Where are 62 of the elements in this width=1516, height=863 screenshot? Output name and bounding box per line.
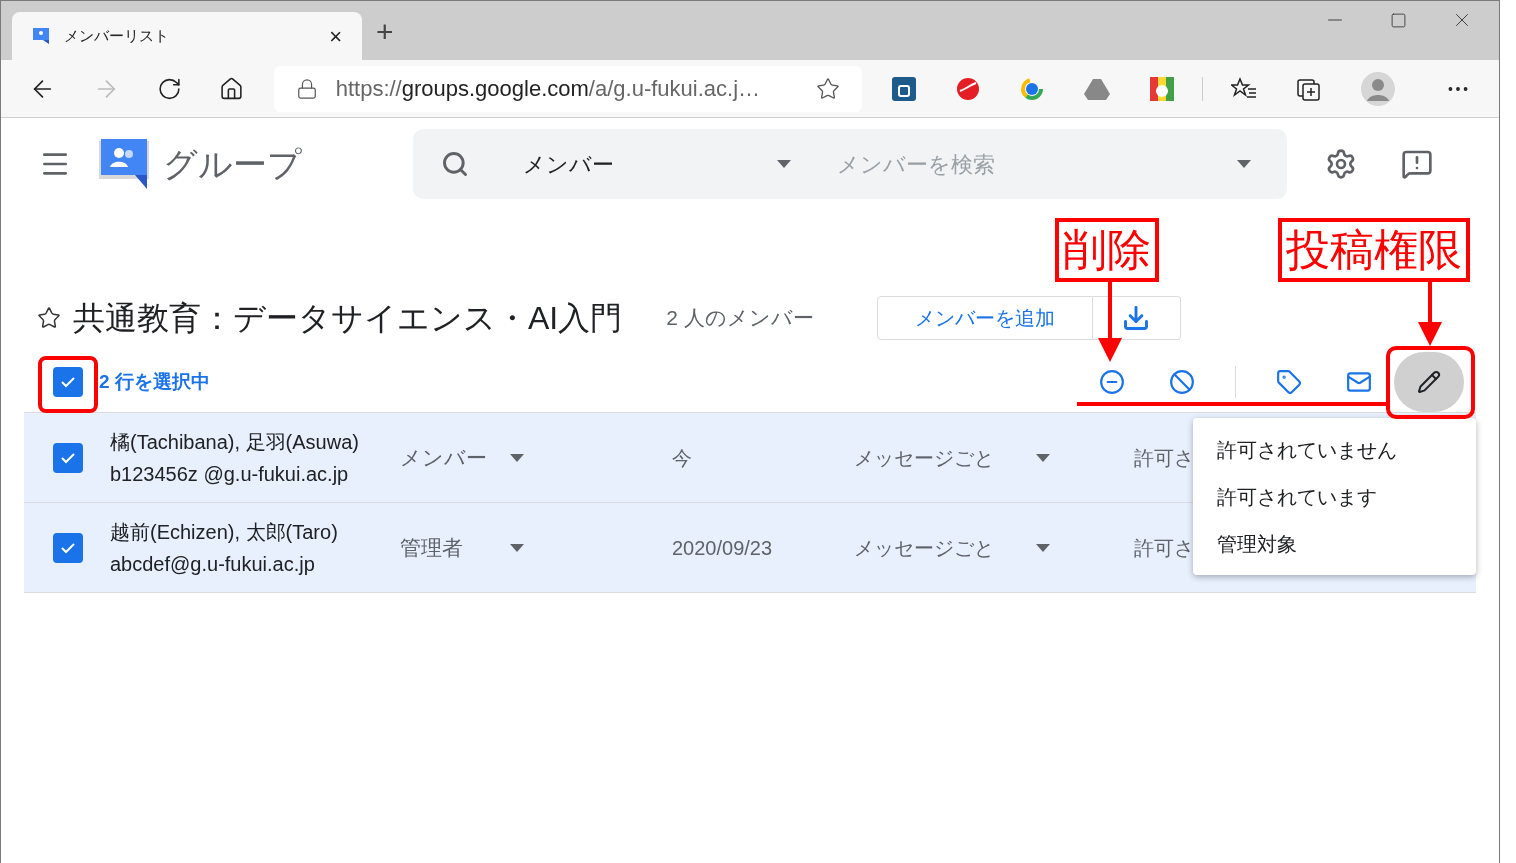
caret-icon: [1237, 160, 1251, 168]
annotation-label: 削除: [1055, 218, 1159, 282]
posting-permission-button[interactable]: [1394, 352, 1464, 412]
join-date: 2020/09/23: [672, 535, 774, 561]
groups-logo-icon: [99, 139, 151, 189]
close-tab-button[interactable]: ×: [329, 19, 342, 53]
caret-icon: [510, 453, 524, 462]
member-name: 越前(Echizen), 太郎(Taro): [110, 519, 339, 545]
search-icon: [441, 150, 469, 178]
feedback-icon[interactable]: [1401, 148, 1433, 180]
mail-icon[interactable]: [1346, 369, 1372, 395]
tab-title: メンバーリスト: [64, 25, 170, 46]
join-date: 今: [672, 445, 693, 471]
role-dropdown[interactable]: 管理者: [400, 531, 510, 564]
shield-extension-icon[interactable]: [892, 76, 917, 101]
ball-extension-icon[interactable]: [956, 76, 981, 101]
new-tab-button[interactable]: +: [376, 9, 394, 54]
add-member-button[interactable]: メンバーを追加: [876, 296, 1093, 340]
checkbox[interactable]: [53, 367, 83, 397]
member-name: 橘(Tachibana), 足羽(Asuwa): [110, 429, 360, 455]
star-icon[interactable]: [37, 306, 61, 330]
annotation-label: 投稿権限: [1278, 218, 1470, 282]
menu-item[interactable]: 許可されていません: [1193, 426, 1476, 473]
checkbox[interactable]: [53, 532, 83, 563]
group-title: 共通教育：データサイエンス・AI入門: [73, 299, 623, 338]
member-email: abcdef@g.u-fukui.ac.jp: [110, 551, 316, 577]
download-icon: [1122, 304, 1151, 332]
caret-icon: [510, 543, 524, 552]
collections-icon[interactable]: [1297, 76, 1321, 101]
role-dropdown[interactable]: メンバー: [400, 441, 510, 474]
settings-icon[interactable]: [1325, 148, 1357, 180]
address-bar[interactable]: https://groups.google.com/a/g.u-fukui.ac.j…: [273, 65, 863, 112]
annotation-arrow: [1417, 282, 1443, 346]
browser-tab[interactable]: メンバーリスト ×: [12, 12, 362, 60]
member-count: 2 人のメンバー: [666, 305, 814, 332]
pencil-icon: [1417, 370, 1441, 394]
member-email: b123456z @g.u-fukui.ac.jp: [110, 461, 350, 487]
search-scope-dropdown[interactable]: メンバー: [523, 147, 777, 181]
highlight-frame: [38, 356, 98, 413]
groups-logo-icon: [32, 27, 50, 45]
maximize-icon[interactable]: [1390, 11, 1407, 29]
url-text: https://groups.google.com/a/g.u-fukui.ac.j…: [335, 75, 762, 103]
selection-count: 2 行を選択中: [99, 369, 211, 394]
lock-icon: [295, 77, 318, 100]
caret-icon: [1036, 543, 1050, 552]
search-bar[interactable]: メンバー メンバーを検索: [413, 129, 1287, 199]
favorites-list-icon[interactable]: [1231, 76, 1257, 101]
posting-dropdown[interactable]: 許可さ: [1134, 442, 1194, 473]
remove-icon[interactable]: [1099, 369, 1125, 395]
menu-item[interactable]: 管理対象: [1193, 520, 1476, 567]
tag-icon[interactable]: [1276, 369, 1302, 395]
checkbox[interactable]: [53, 442, 83, 473]
app-name: グループ: [163, 143, 303, 185]
ban-icon[interactable]: [1169, 369, 1195, 395]
posting-dropdown[interactable]: 許可さ: [1134, 532, 1194, 563]
home-icon[interactable]: [218, 75, 244, 102]
delivery-dropdown[interactable]: メッセージごと: [854, 442, 1036, 473]
favorite-star-icon[interactable]: [816, 76, 841, 101]
avatar-icon[interactable]: [1361, 71, 1395, 106]
caret-icon: [777, 160, 791, 168]
caret-icon: [1036, 453, 1050, 462]
delivery-dropdown[interactable]: メッセージごと: [854, 532, 1036, 563]
